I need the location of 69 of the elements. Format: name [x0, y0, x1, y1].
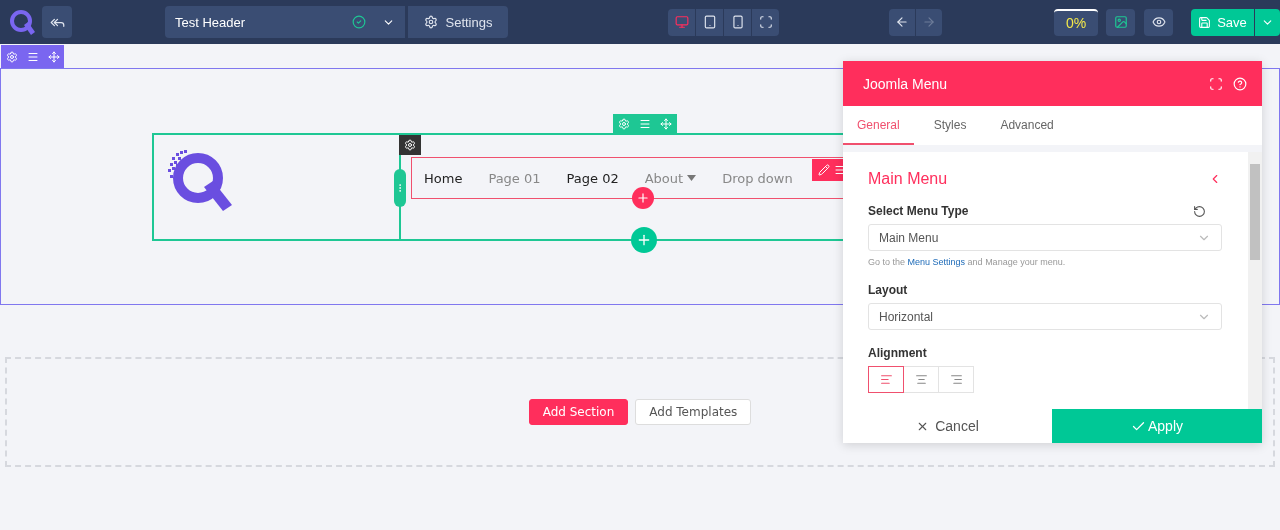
field-label: Alignment: [868, 346, 927, 360]
arrow-right-icon: [922, 15, 936, 29]
panel-tab[interactable]: General: [843, 106, 914, 145]
align-right-button[interactable]: [938, 366, 974, 393]
check-circle-icon: [352, 15, 366, 29]
add-button[interactable]: [632, 187, 654, 209]
panel-tab[interactable]: Advanced: [986, 106, 1068, 145]
undo-button[interactable]: [889, 8, 915, 36]
media-button[interactable]: [1106, 8, 1135, 36]
menu-item[interactable]: Drop down: [722, 170, 793, 186]
plus-icon: [636, 191, 650, 205]
section-title: Main Menu: [868, 170, 948, 188]
settings-icon: [404, 139, 416, 151]
menu-item[interactable]: Page 02: [566, 170, 619, 186]
fullscreen-icon: [758, 15, 773, 29]
panel-tab[interactable]: Styles: [919, 106, 981, 145]
menu-icon[interactable]: [639, 118, 651, 130]
align-center-icon: [914, 373, 928, 386]
hint-text: Go to the Menu Settings and Manage your menu.: [868, 257, 1067, 267]
arrow-left-icon: [895, 15, 909, 29]
tablet-view-button[interactable]: [696, 8, 723, 36]
mobile-icon: [730, 15, 745, 29]
field-label: Layout: [868, 283, 908, 297]
move-icon[interactable]: [47, 50, 60, 63]
desktop-icon: [674, 15, 689, 29]
cancel-button[interactable]: Cancel: [843, 409, 1052, 443]
menu-item[interactable]: Page 01: [488, 170, 541, 186]
align-right-icon: [949, 373, 963, 386]
menu-item[interactable]: Home: [424, 170, 463, 186]
fullscreen-view-button[interactable]: [752, 8, 779, 36]
settings-icon[interactable]: [5, 50, 18, 63]
pencil-icon[interactable]: [818, 164, 830, 176]
field-label: Select Menu Type: [868, 204, 969, 218]
eye-icon: [1151, 15, 1166, 29]
mobile-view-button[interactable]: [724, 8, 751, 36]
add-templates-button[interactable]: Add Templates: [635, 399, 752, 425]
move-icon[interactable]: [660, 118, 673, 130]
preview-button[interactable]: [1144, 8, 1173, 36]
align-center-button[interactable]: [903, 366, 939, 393]
add-section-button[interactable]: Add Section: [528, 399, 629, 425]
template-selector[interactable]: Test Header: [165, 6, 405, 38]
tablet-icon: [702, 15, 717, 29]
help-icon[interactable]: [1233, 76, 1247, 91]
template-name: Test Header: [175, 14, 247, 30]
add-button[interactable]: [631, 227, 657, 253]
settings-icon[interactable]: [617, 118, 630, 130]
progress-indicator: 0%: [1054, 8, 1098, 36]
settings-button[interactable]: Settings: [408, 6, 508, 38]
fullscreen-icon[interactable]: [1209, 76, 1223, 91]
column-settings-button[interactable]: [399, 135, 421, 155]
menu-item[interactable]: About: [644, 170, 697, 186]
menu-settings-link[interactable]: Menu Settings: [907, 257, 966, 267]
plus-icon: [636, 232, 652, 248]
menu-type-select[interactable]: Main Menu: [868, 224, 1222, 251]
back-button[interactable]: [42, 6, 72, 38]
q-logo: [166, 149, 234, 213]
align-left-icon: [879, 373, 893, 386]
panel-title: Joomla Menu: [863, 75, 949, 92]
reset-icon[interactable]: [1193, 204, 1206, 218]
q-logo: [8, 8, 36, 36]
settings-icon: [423, 15, 438, 29]
column-resize-handle[interactable]: [394, 169, 406, 207]
image-icon: [1113, 15, 1128, 29]
save-options-button[interactable]: [1255, 8, 1280, 36]
layout-select[interactable]: Horizontal: [868, 303, 1222, 330]
scrollbar[interactable]: [1248, 152, 1262, 409]
align-left-button[interactable]: [868, 366, 904, 393]
menu-icon[interactable]: [834, 164, 846, 176]
menu-icon[interactable]: [26, 50, 39, 63]
